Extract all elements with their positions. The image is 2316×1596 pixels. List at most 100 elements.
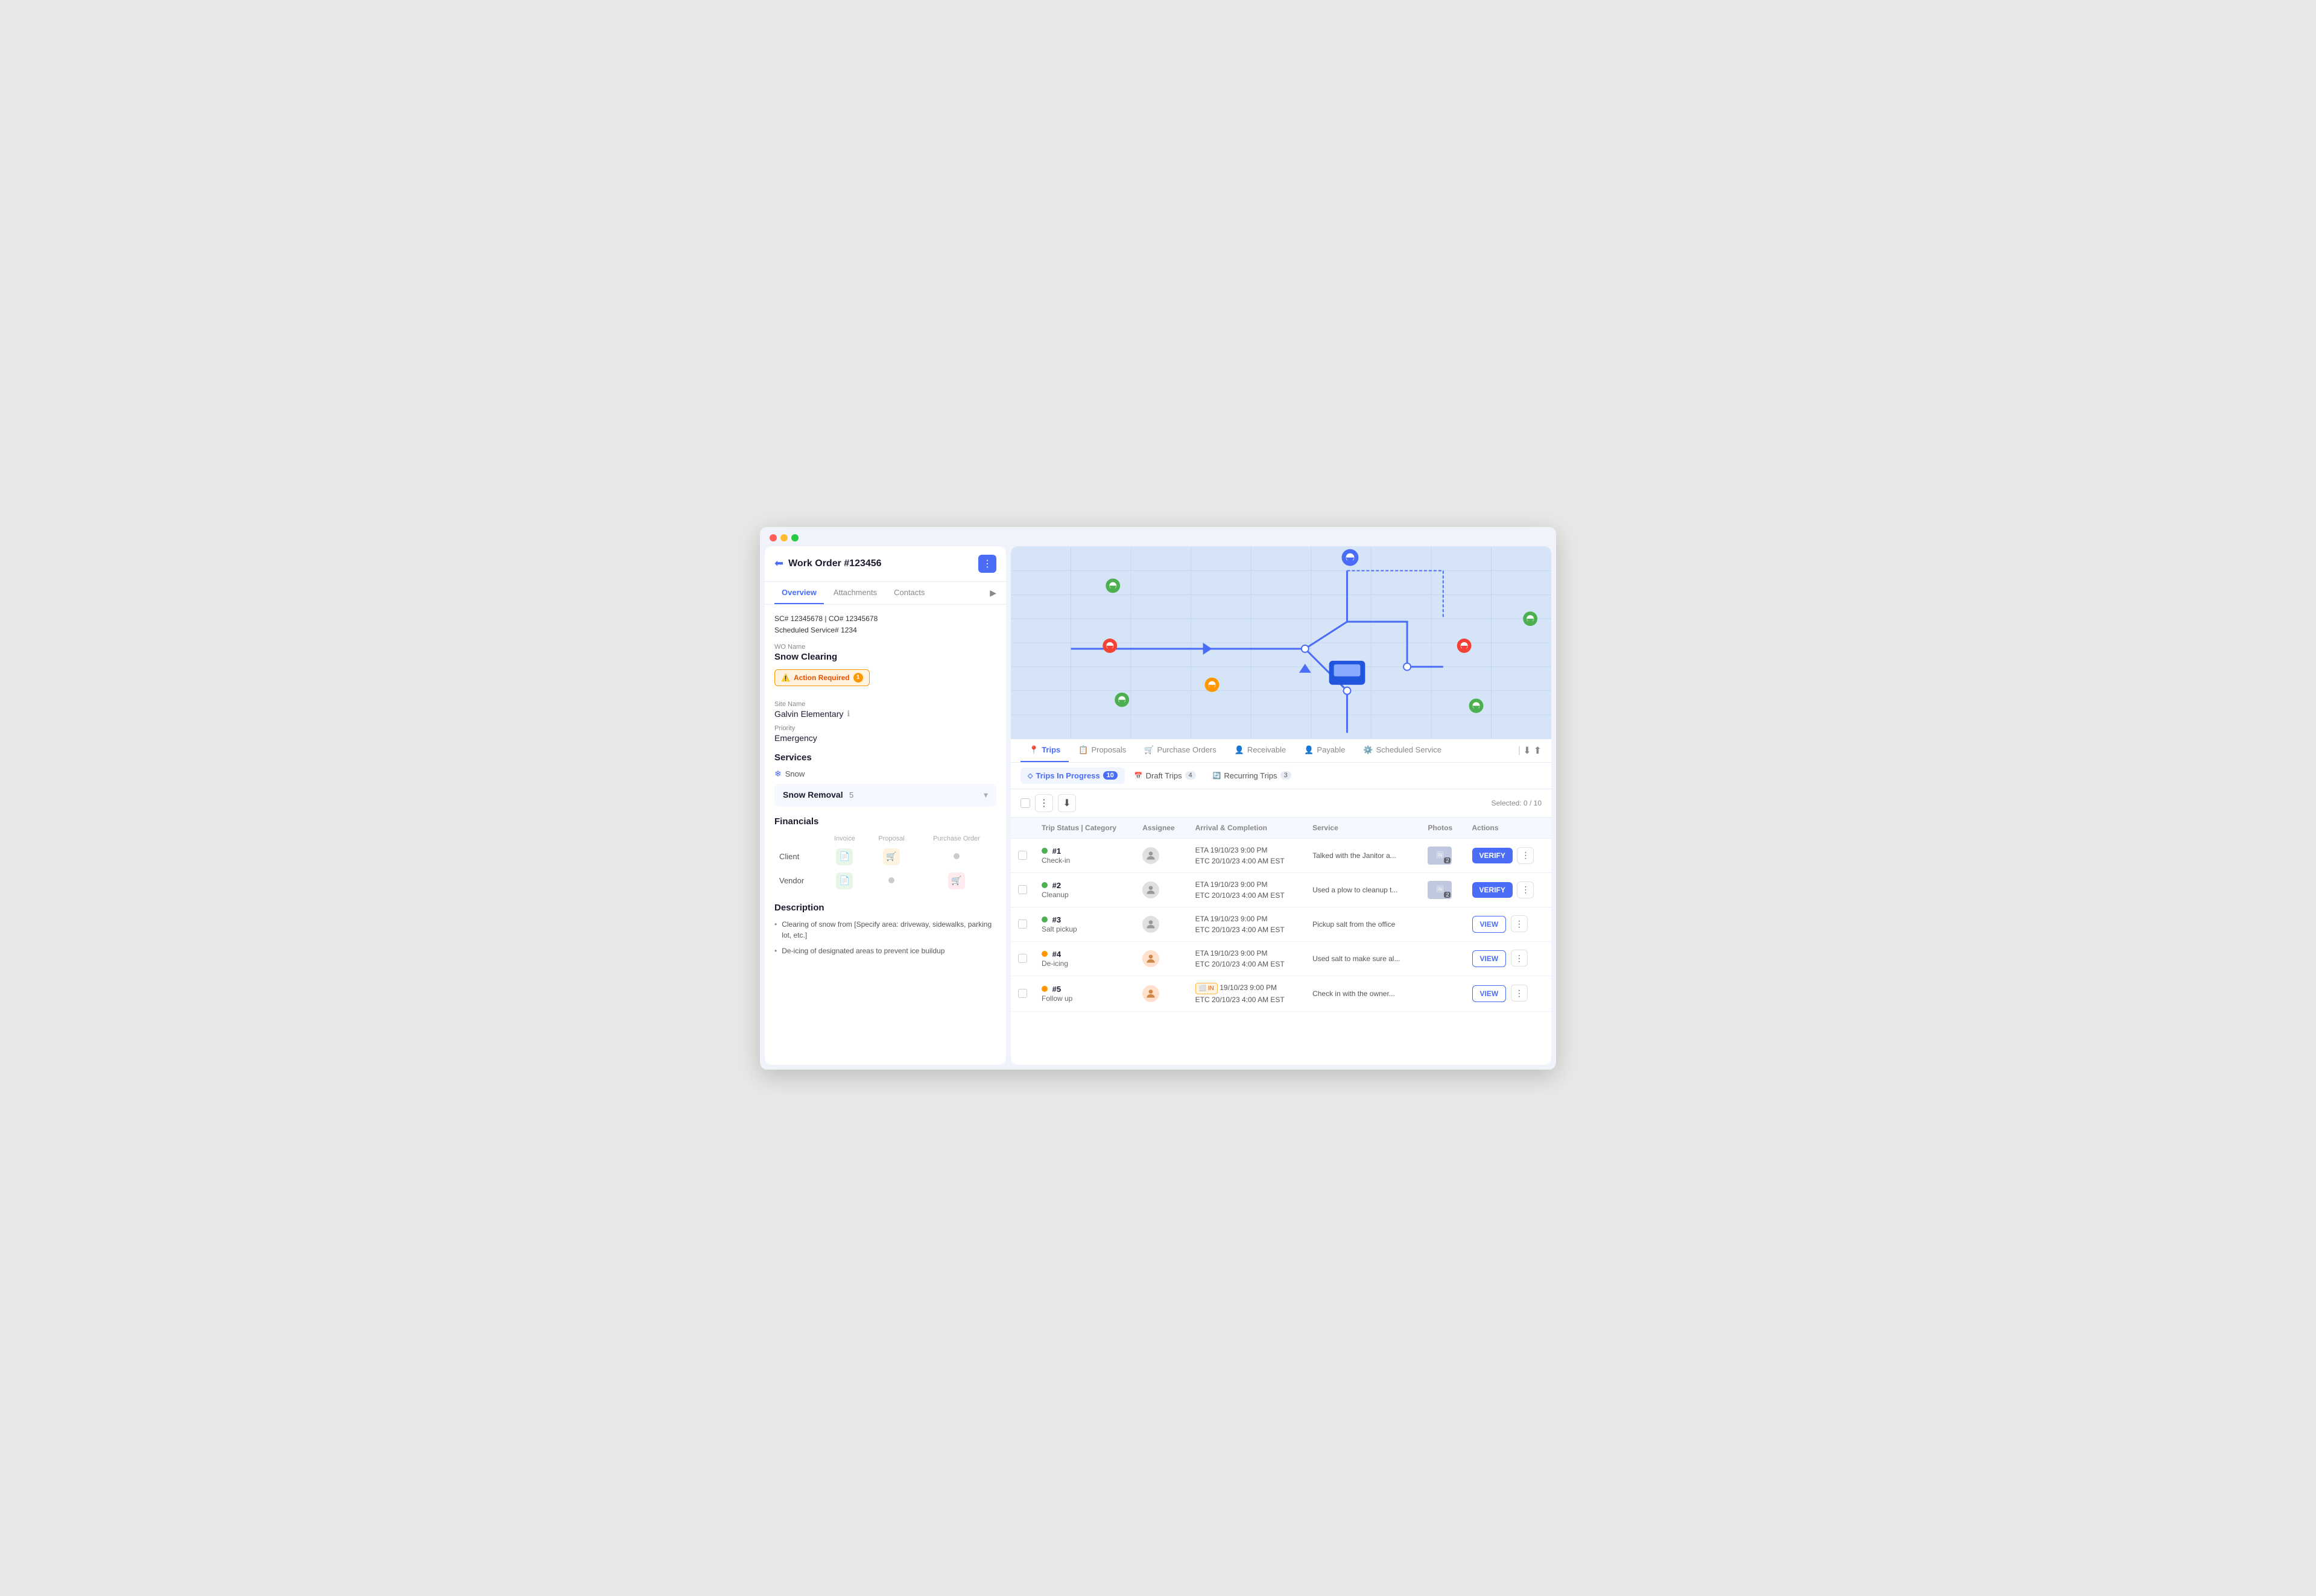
view-button-5[interactable]: VIEW — [1472, 985, 1507, 1002]
sub-tab-recurring-trips[interactable]: 🔄 Recurring Trips 3 — [1206, 768, 1299, 784]
actions-1: VERIFY ⋮ — [1465, 838, 1551, 872]
eta-4: ETA 19/10/23 9:00 PM ETC 20/10/23 4:00 A… — [1188, 941, 1305, 976]
trips-table-scroll[interactable]: Trip Status | Category Assignee Arrival … — [1011, 818, 1551, 1065]
fin-client-po — [917, 845, 996, 869]
tab-attachments[interactable]: Attachments — [826, 582, 884, 604]
nav-tab-receivable-label: Receivable — [1247, 745, 1286, 754]
trip-num-2: #2 — [1052, 881, 1061, 890]
fin-vendor-invoice[interactable]: 📄 — [823, 869, 867, 893]
table-header: Trip Status | Category Assignee Arrival … — [1011, 818, 1551, 839]
close-button[interactable] — [770, 534, 777, 541]
service-text-3: Pickup salt from the office — [1312, 920, 1395, 929]
eta-line-3: ETA 19/10/23 9:00 PM — [1195, 913, 1298, 924]
snow-removal-info: Snow Removal 5 — [783, 790, 853, 801]
recurring-trips-count: 3 — [1280, 771, 1291, 780]
nav-tabs: 📍 Trips 📋 Proposals 🛒 Purchase Orders 👤 … — [1011, 739, 1551, 763]
select-all-checkbox[interactable] — [1020, 798, 1030, 808]
fin-client-proposal[interactable]: 🛒 — [866, 845, 917, 869]
maximize-button[interactable] — [791, 534, 799, 541]
nav-tab-purchase-orders[interactable]: 🛒 Purchase Orders — [1136, 739, 1224, 762]
verify-button-1[interactable]: VERIFY — [1472, 848, 1513, 863]
download-icon[interactable]: ⬇ — [1523, 745, 1531, 757]
bottom-section: 📍 Trips 📋 Proposals 🛒 Purchase Orders 👤 … — [1011, 739, 1551, 1065]
trip-checkbox-4[interactable] — [1018, 954, 1027, 963]
upload-icon[interactable]: ⬆ — [1534, 745, 1542, 757]
photo-thumb-2[interactable]: 🖼 2 — [1428, 881, 1452, 899]
nav-tab-trips[interactable]: 📍 Trips — [1020, 739, 1069, 762]
status-dot-3 — [1042, 916, 1048, 923]
trip-checkbox-2[interactable] — [1018, 885, 1027, 894]
verify-button-2[interactable]: VERIFY — [1472, 882, 1513, 898]
photo-thumb-1[interactable]: 🖼 2 — [1428, 847, 1452, 865]
work-order-menu-button[interactable]: ⋮ — [978, 555, 996, 573]
purchase-orders-icon: 🛒 — [1144, 745, 1154, 755]
row-select-2 — [1011, 872, 1034, 907]
left-panel: ⬅ Work Order #123456 ⋮ Overview Attachme… — [765, 546, 1006, 1065]
more-button-4[interactable]: ⋮ — [1511, 950, 1528, 967]
nav-tab-receivable[interactable]: 👤 Receivable — [1226, 739, 1295, 762]
back-icon[interactable]: ⬅ — [774, 557, 783, 570]
site-info-icon[interactable]: ℹ — [847, 709, 850, 719]
table-row: #4 De-icing ETA 19/10/23 9:00 PM — [1011, 941, 1551, 976]
client-proposal-icon[interactable]: 🛒 — [883, 848, 900, 865]
nav-tab-ss-label: Scheduled Service — [1376, 745, 1441, 754]
nav-tab-proposals[interactable]: 📋 Proposals — [1070, 739, 1134, 762]
sub-tab-draft-trips[interactable]: 📅 Draft Trips 4 — [1127, 768, 1203, 784]
service-text-1: Talked with the Janitor a... — [1312, 851, 1396, 860]
fin-client-invoice[interactable]: 📄 — [823, 845, 867, 869]
separator-icon: | — [1518, 745, 1520, 756]
photo-count-1: 2 — [1444, 857, 1451, 863]
assignee-avatar-1 — [1142, 847, 1159, 864]
trip-checkbox-1[interactable] — [1018, 851, 1027, 860]
trip-checkbox-5[interactable] — [1018, 989, 1027, 998]
fin-client-label: Client — [774, 845, 823, 869]
nav-tab-scheduled-service[interactable]: ⚙️ Scheduled Service — [1355, 739, 1450, 762]
map-container — [1011, 546, 1551, 739]
toolbar-more-button[interactable]: ⋮ — [1035, 794, 1053, 812]
snow-removal-row[interactable]: Snow Removal 5 ▾ — [774, 784, 996, 807]
nav-tab-payable[interactable]: 👤 Payable — [1296, 739, 1353, 762]
fin-vendor-po[interactable]: 🛒 — [917, 869, 996, 893]
toolbar-download-button[interactable]: ⬇ — [1058, 794, 1076, 812]
more-button-3[interactable]: ⋮ — [1511, 915, 1528, 932]
table-row: #2 Cleanup ETA 19/10/23 9:00 PM — [1011, 872, 1551, 907]
assignee-5 — [1135, 976, 1188, 1011]
service-5: Check in with the owner... — [1305, 976, 1420, 1011]
client-invoice-icon[interactable]: 📄 — [836, 848, 853, 865]
service-snow-label: Snow — [785, 769, 805, 778]
vendor-invoice-icon[interactable]: 📄 — [836, 872, 853, 889]
vendor-po-icon[interactable]: 🛒 — [948, 872, 965, 889]
sub-tab-trips-in-progress[interactable]: ◇ Trips In Progress 10 — [1020, 768, 1125, 784]
eta-5: ⬜ IN 19/10/23 9:00 PM ETC 20/10/23 4:00 … — [1188, 976, 1305, 1011]
trip-type-2: Cleanup — [1042, 891, 1069, 899]
service-1: Talked with the Janitor a... — [1305, 838, 1420, 872]
desc-item-1: • Clearing of snow from [Specify area: d… — [774, 919, 996, 941]
wo-name-value: Snow Clearing — [774, 652, 996, 662]
app-window: ⬅ Work Order #123456 ⋮ Overview Attachme… — [760, 527, 1556, 1070]
trip-checkbox-3[interactable] — [1018, 919, 1027, 929]
tab-overview[interactable]: Overview — [774, 582, 824, 604]
trip-type-4: De-icing — [1042, 959, 1068, 968]
more-button-5[interactable]: ⋮ — [1511, 985, 1528, 1001]
tab-contacts[interactable]: Contacts — [887, 582, 932, 604]
client-po-dot — [954, 853, 960, 859]
warning-icon: ⚠️ — [781, 673, 790, 682]
calendar-icon: 📅 — [1134, 772, 1143, 780]
eta-line-2: ETA 19/10/23 9:00 PM — [1195, 879, 1298, 890]
more-button-1[interactable]: ⋮ — [1517, 847, 1534, 864]
trip-type-1: Check-in — [1042, 856, 1070, 865]
more-button-2[interactable]: ⋮ — [1517, 882, 1534, 898]
eta-1: ETA 19/10/23 9:00 PM ETC 20/10/23 4:00 A… — [1188, 838, 1305, 872]
row-select-1 — [1011, 838, 1034, 872]
view-button-3[interactable]: VIEW — [1472, 916, 1507, 933]
trips-icon: 📍 — [1029, 745, 1039, 755]
action-required-label: Action Required — [794, 673, 850, 682]
status-dot-1 — [1042, 848, 1048, 854]
trip-type-3: Salt pickup — [1042, 925, 1077, 933]
trip-type-5: Follow up — [1042, 994, 1072, 1003]
minimize-button[interactable] — [780, 534, 788, 541]
th-assignee: Assignee — [1135, 818, 1188, 839]
view-button-4[interactable]: VIEW — [1472, 950, 1507, 967]
action-required-badge[interactable]: ⚠️ Action Required 1 — [774, 669, 870, 686]
tab-more-icon[interactable]: ▶ — [990, 588, 996, 598]
